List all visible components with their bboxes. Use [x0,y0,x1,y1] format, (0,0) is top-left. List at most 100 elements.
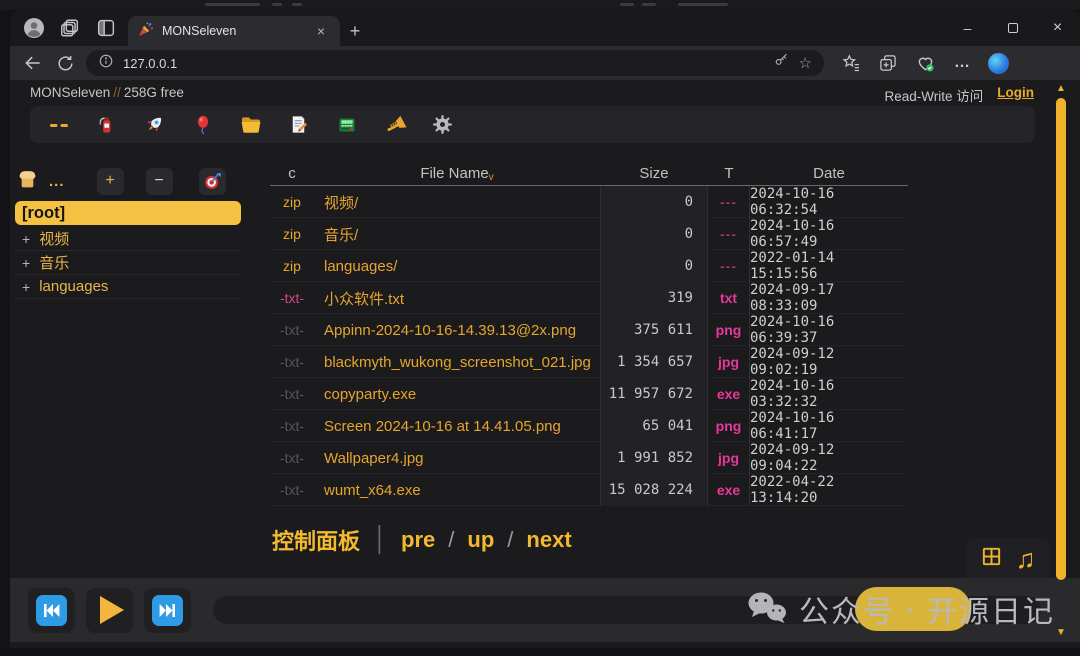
settings-menu-icon[interactable]: … [951,52,973,74]
scroll-up-arrow[interactable]: ▲ [1053,82,1069,96]
background-artifact [292,3,302,6]
column-header-size[interactable]: Size [600,162,708,185]
row-archive-link[interactable]: -txt- [270,410,314,442]
row-archive-link[interactable]: -txt- [270,378,314,410]
window-close-button[interactable]: × [1035,10,1080,46]
fire-extinguisher-icon[interactable] [94,112,119,137]
row-file-link[interactable]: 视频/ [314,186,600,218]
favorite-star-icon[interactable]: ☆ [799,54,812,72]
back-icon[interactable] [22,52,44,74]
workspaces-icon[interactable] [58,16,82,40]
sidebar-item-root[interactable]: [root] [15,201,241,225]
sidebar-tree-item[interactable]: + 音乐 [15,251,241,275]
music-note-icon[interactable]: ♫ [1015,546,1035,573]
row-size: 1 354 657 [600,346,708,378]
next-page-link[interactable]: next [526,527,571,553]
scrollbar-thumb[interactable] [1056,98,1066,580]
next-track-button[interactable] [144,588,191,633]
refresh-icon[interactable] [54,52,76,74]
play-button[interactable] [86,588,133,633]
expand-toggle[interactable]: + [22,231,30,247]
memo-icon[interactable] [286,112,311,137]
site-info-icon[interactable] [98,53,114,74]
tree-folder-link[interactable]: 音乐 [39,252,69,273]
dashes-icon[interactable] [46,112,71,137]
row-type: jpg [708,442,750,474]
row-file-link[interactable]: Appinn-2024-10-16-14.39.13@2x.png [314,314,600,346]
copilot-icon[interactable] [988,53,1009,74]
row-archive-link[interactable]: zip [270,186,314,218]
row-file-link[interactable]: languages/ [314,250,600,282]
row-file-link[interactable]: 音乐/ [314,218,600,250]
tab-actions-icon[interactable] [94,16,118,40]
access-label: Read-Write 访问 [884,85,983,105]
window-minimize-button[interactable]: – [945,10,990,46]
prev-page-link[interactable]: pre [401,527,435,553]
gear-icon[interactable] [430,112,455,137]
browser-tab-bar: MONSeleven × + – × [10,10,1080,46]
window-maximize-button[interactable] [990,10,1035,46]
column-header-name[interactable]: File Namev [314,162,600,185]
address-bar[interactable]: 127.0.0.1 ☆ [86,50,824,76]
tree-folder-link[interactable]: 视频 [39,228,69,249]
column-header-date[interactable]: Date [750,162,908,185]
seek-bar[interactable] [213,596,1041,624]
folder-icon[interactable] [238,112,263,137]
row-file-link[interactable]: wumt_x64.exe [314,474,600,506]
background-artifact [272,3,282,6]
expand-toggle[interactable]: + [22,279,30,295]
browser-essentials-icon[interactable] [914,52,936,74]
tree-folder-link[interactable]: languages [39,278,108,295]
login-link[interactable]: Login [997,85,1034,105]
calculator-icon[interactable] [334,112,359,137]
row-archive-link[interactable]: -txt- [270,346,314,378]
tab-close-icon[interactable]: × [312,22,330,40]
row-size: 1 991 852 [600,442,708,474]
sidebar-tree-item[interactable]: + 视频 [15,227,241,251]
dart-target-button[interactable] [199,168,226,195]
row-archive-link[interactable]: zip [270,250,314,282]
expand-toggle[interactable]: + [22,255,30,271]
row-archive-link[interactable]: -txt- [270,282,314,314]
row-file-link[interactable]: copyparty.exe [314,378,600,410]
column-header-type[interactable]: T [708,162,750,185]
row-type: jpg [708,346,750,378]
row-size: 0 [600,218,708,250]
row-file-link[interactable]: Screen 2024-10-16 at 14.41.05.png [314,410,600,442]
site-title[interactable]: MONSeleven [30,85,110,100]
bread-volume-icon[interactable] [15,166,40,196]
browser-tab[interactable]: MONSeleven × [128,16,340,46]
scroll-down-arrow[interactable]: ▼ [1053,626,1069,640]
row-archive-link[interactable]: -txt- [270,442,314,474]
expand-all-button[interactable]: + [97,168,124,195]
collections-icon[interactable] [877,52,899,74]
grid-view-icon[interactable] [980,545,1003,573]
row-date: 2024-10-16 06:39:37 [750,314,908,346]
trumpet-icon[interactable] [382,112,407,137]
url-text[interactable]: 127.0.0.1 [123,56,764,71]
row-archive-link[interactable]: -txt- [270,314,314,346]
media-player-bar [10,578,1080,642]
sidebar-tree-item[interactable]: + languages [15,275,241,299]
password-key-icon[interactable] [773,52,790,74]
new-tab-button[interactable]: + [340,16,370,46]
browser-window: MONSeleven × + – × 127.0.0.1 ☆ [10,10,1080,648]
volume-dots-label[interactable]: ... [49,173,65,190]
column-header-c[interactable]: c [270,162,314,185]
favorites-bar-icon[interactable] [840,52,862,74]
row-archive-link[interactable]: zip [270,218,314,250]
row-file-link[interactable]: blackmyth_wukong_screenshot_021.jpg [314,346,600,378]
collapse-all-button[interactable]: − [146,168,173,195]
row-archive-link[interactable]: -txt- [270,474,314,506]
row-file-link[interactable]: 小众软件.txt [314,282,600,314]
site-breadcrumb: MONSeleven//258G free [30,85,184,100]
rocket-icon[interactable] [142,112,167,137]
table-row: zip 视频/ 0 --- 2024-10-16 06:32:54 [270,186,908,218]
control-panel-link[interactable]: 控制面板 [272,524,360,556]
balloon-icon[interactable] [190,112,215,137]
page-scrollbar[interactable]: ▲ ▼ [1053,82,1069,642]
previous-track-button[interactable] [28,588,75,633]
profile-avatar[interactable] [22,16,46,40]
row-file-link[interactable]: Wallpaper4.jpg [314,442,600,474]
up-dir-link[interactable]: up [467,527,494,553]
